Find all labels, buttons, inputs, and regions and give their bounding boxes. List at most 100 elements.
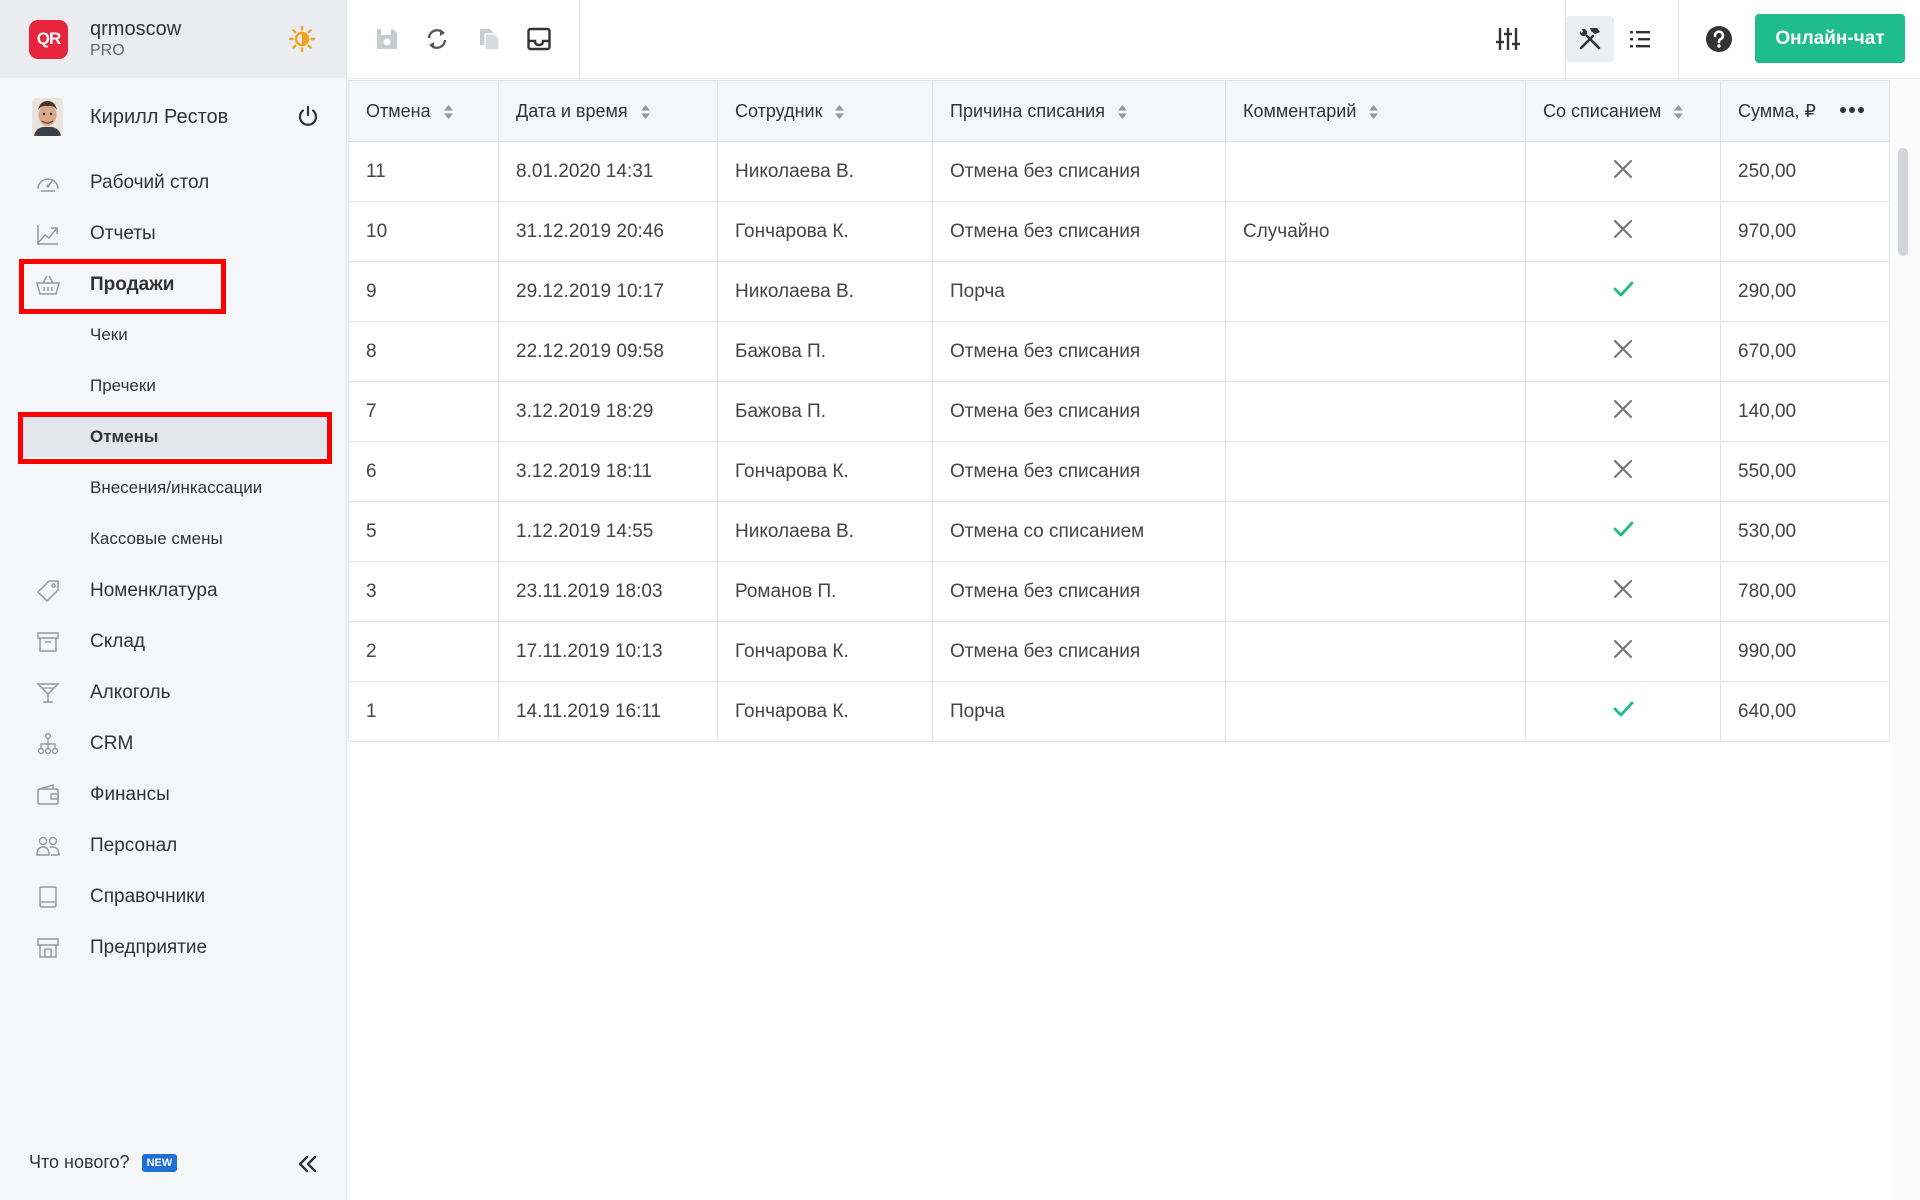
nav-label: Рабочий стол <box>90 172 210 193</box>
toolbar: Онлайн-чат <box>348 0 1920 79</box>
nav-prereceipts[interactable]: Пречеки <box>0 366 347 406</box>
cell-reason: Отмена со списанием <box>932 501 1226 562</box>
nav-alcohol[interactable]: Алкоголь <box>0 673 347 713</box>
user-profile[interactable]: Кирилл Рестов <box>0 78 346 156</box>
cell-id: 5 <box>348 501 499 562</box>
cell-sum: 550,00 <box>1720 441 1890 502</box>
nav-nomenclature[interactable]: Номенклатура <box>0 571 347 611</box>
sort-arrows-icon[interactable] <box>1117 104 1128 120</box>
cell-reason: Отмена без списания <box>932 621 1226 682</box>
sort-arrows-icon[interactable] <box>1368 104 1379 120</box>
cell-comment <box>1225 381 1526 442</box>
nav-crm[interactable]: CRM <box>0 724 347 764</box>
list-icon <box>1630 31 1650 48</box>
table-row[interactable]: 3 23.11.2019 18:03 Романов П. Отмена без сп… <box>348 561 1890 622</box>
column-header-label: Дата и время <box>516 100 628 121</box>
cell-comment <box>1225 441 1526 502</box>
nav-references[interactable]: Справочники <box>0 877 347 917</box>
table-row[interactable]: 9 29.12.2019 10:17 Николаева В. Порча 290,00 <box>348 261 1890 322</box>
nav-shifts[interactable]: Кассовые смены <box>0 519 347 559</box>
cell-sum: 670,00 <box>1720 321 1890 382</box>
cell-sum: 290,00 <box>1720 261 1890 322</box>
table-row[interactable]: 6 3.12.2019 18:11 Гончарова К. Отмена без с… <box>348 441 1890 502</box>
nav-dashboard[interactable]: Рабочий стол <box>0 163 347 203</box>
cell-id: 11 <box>348 141 499 202</box>
wallet-icon <box>37 783 59 805</box>
table-row[interactable]: 2 17.11.2019 10:13 Гончарова К. Отмена без … <box>348 621 1890 682</box>
nav-warehouse[interactable]: Склад <box>0 622 347 662</box>
nav-label: Номенклатура <box>90 580 218 601</box>
table-row[interactable]: 10 31.12.2019 20:46 Гончарова К. Отмена без… <box>348 201 1890 262</box>
checkmark-icon <box>1613 521 1634 536</box>
cell-comment <box>1225 261 1526 322</box>
table-row[interactable]: 5 1.12.2019 14:55 Николаева В. Отмена со сп… <box>348 501 1890 562</box>
brand-text: qrmoscow PRO <box>90 18 181 61</box>
cell-datetime: 1.12.2019 14:55 <box>498 501 718 562</box>
copy-button[interactable] <box>473 22 505 56</box>
cell-reason: Отмена без списания <box>932 141 1226 202</box>
nav-label: Внесения/инкассации <box>90 478 263 497</box>
column-header[interactable]: Причина списания <box>932 80 1226 142</box>
column-header-label: Причина списания <box>950 100 1105 121</box>
nav-label: Алкоголь <box>90 682 171 703</box>
column-header-label: Сумма, ₽ <box>1738 100 1817 121</box>
sort-arrows-icon[interactable] <box>834 104 845 120</box>
cell-datetime: 14.11.2019 16:11 <box>498 681 718 742</box>
cell-reason: Отмена без списания <box>932 201 1226 262</box>
inbox-button[interactable] <box>523 22 555 56</box>
cell-writeoff-no <box>1525 621 1721 682</box>
sort-arrows-icon[interactable] <box>443 104 454 120</box>
brand-logo[interactable]: QR <box>29 19 68 59</box>
cell-writeoff-no <box>1525 201 1721 262</box>
column-header[interactable]: Сотрудник <box>717 80 933 142</box>
logout-power-icon[interactable] <box>296 104 320 128</box>
nav-cash-ops[interactable]: Внесения/инкассации <box>0 468 347 508</box>
whats-new-link[interactable]: Что нового? NEW <box>29 1152 178 1173</box>
cell-writeoff-no <box>1525 441 1721 502</box>
nav-finance[interactable]: Финансы <box>0 775 347 815</box>
table-row[interactable]: 11 8.01.2020 14:31 Николаева В. Отмена без … <box>348 141 1890 202</box>
theme-toggle-icon[interactable] <box>288 25 316 53</box>
nav-label: CRM <box>90 733 134 754</box>
cross-icon <box>1613 459 1633 478</box>
tools-button[interactable] <box>1574 22 1606 56</box>
save-button[interactable] <box>371 22 403 56</box>
sort-arrows-icon[interactable] <box>1673 104 1684 120</box>
refresh-button[interactable] <box>421 22 453 56</box>
table-row[interactable]: 7 3.12.2019 18:29 Бажова П. Отмена без спис… <box>348 381 1890 442</box>
reports-chart-icon <box>37 225 58 245</box>
nav-receipts[interactable]: Чеки <box>0 315 347 355</box>
column-header[interactable]: Комментарий <box>1225 80 1526 142</box>
sort-arrows-icon[interactable] <box>640 104 651 120</box>
cell-sum: 530,00 <box>1720 501 1890 562</box>
column-header[interactable]: Отмена <box>348 80 499 142</box>
help-button[interactable] <box>1703 22 1735 56</box>
list-view-button[interactable] <box>1624 22 1656 56</box>
nav-reports[interactable]: Отчеты <box>0 214 347 254</box>
online-chat-button[interactable]: Онлайн-чат <box>1755 14 1905 63</box>
collapse-sidebar-chevrons-icon[interactable] <box>296 1153 320 1175</box>
people-icon <box>36 836 60 856</box>
table-row[interactable]: 1 14.11.2019 16:11 Гончарова К. Порча 640,00 <box>348 681 1890 742</box>
crm-hierarchy-icon <box>37 732 59 755</box>
cell-employee: Гончарова К. <box>717 681 933 742</box>
nav-staff[interactable]: Персонал <box>0 826 347 866</box>
scrollbar-thumb[interactable] <box>1898 148 1908 256</box>
filters-button[interactable] <box>1492 22 1524 56</box>
whats-new-label: Что нового? <box>29 1152 130 1172</box>
nav-label: Финансы <box>90 784 170 805</box>
column-header[interactable]: Сумма, ₽ <box>1720 80 1890 142</box>
cocktail-glass-icon <box>36 683 60 703</box>
nav-label: Справочники <box>90 886 206 907</box>
column-header-label: Со списанием <box>1543 100 1662 121</box>
table-row[interactable]: 8 22.12.2019 09:58 Бажова П. Отмена без спи… <box>348 321 1890 382</box>
more-options-icon[interactable] <box>1839 106 1865 114</box>
column-header[interactable]: Со списанием <box>1525 80 1721 142</box>
cell-reason: Отмена без списания <box>932 441 1226 502</box>
column-header[interactable]: Дата и время <box>498 80 718 142</box>
cell-datetime: 31.12.2019 20:46 <box>498 201 718 262</box>
inbox-tray-icon <box>527 27 551 51</box>
nav-label: Кассовые смены <box>90 529 223 548</box>
nav-enterprise[interactable]: Предприятие <box>0 928 347 968</box>
cell-comment: Случайно <box>1225 201 1526 262</box>
